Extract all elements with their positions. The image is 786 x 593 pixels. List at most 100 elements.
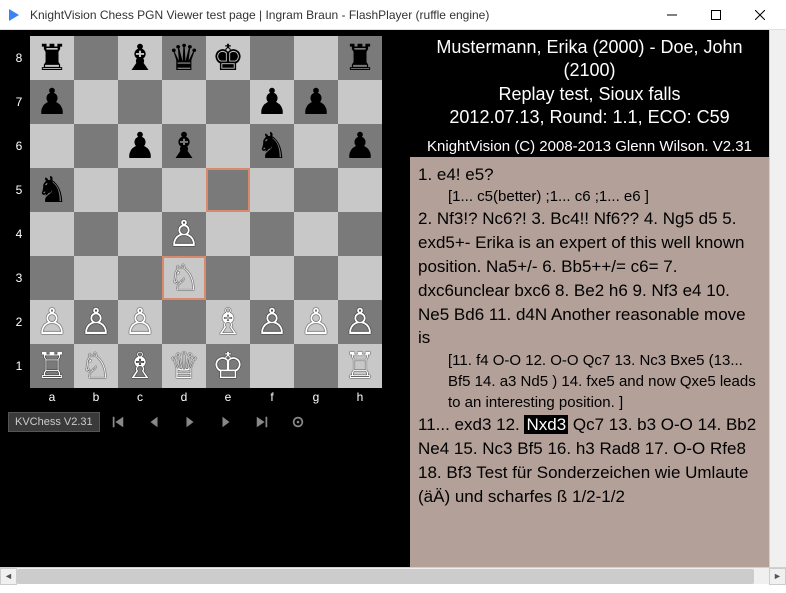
bp-piece[interactable]: ♟ [124, 128, 156, 164]
wp-piece[interactable]: ♙ [300, 304, 332, 340]
bp-piece[interactable]: ♟ [344, 128, 376, 164]
bq-piece[interactable]: ♛ [168, 40, 200, 76]
square-b1[interactable]: ♘ [74, 344, 118, 388]
br-piece[interactable]: ♜ [36, 40, 68, 76]
bn-piece[interactable]: ♞ [256, 128, 288, 164]
square-e8[interactable]: ♚ [206, 36, 250, 80]
square-c1[interactable]: ♗ [118, 344, 162, 388]
square-f5[interactable] [250, 168, 294, 212]
square-c6[interactable]: ♟ [118, 124, 162, 168]
move-text[interactable]: 2. Nf3!? Nc6?! 3. Bc4!! Nf6?? 4. Ng5 d5 … [418, 207, 761, 350]
square-a2[interactable]: ♙ [30, 300, 74, 344]
wr-piece[interactable]: ♖ [344, 348, 376, 384]
square-d6[interactable]: ♝ [162, 124, 206, 168]
scroll-track[interactable] [17, 568, 769, 585]
square-d2[interactable] [162, 300, 206, 344]
square-e4[interactable] [206, 212, 250, 256]
wp-piece[interactable]: ♙ [36, 304, 68, 340]
square-e1[interactable]: ♔ [206, 344, 250, 388]
square-c7[interactable] [118, 80, 162, 124]
play-button[interactable] [172, 410, 208, 434]
square-a8[interactable]: ♜ [30, 36, 74, 80]
square-c2[interactable]: ♙ [118, 300, 162, 344]
bp-piece[interactable]: ♟ [300, 84, 332, 120]
wp-piece[interactable]: ♙ [80, 304, 112, 340]
variation-text[interactable]: [1... c5(better) ;1... c6 ;1... e6 ] [418, 186, 761, 207]
square-a7[interactable]: ♟ [30, 80, 74, 124]
square-e5[interactable] [206, 168, 250, 212]
wn-piece[interactable]: ♘ [168, 260, 200, 296]
square-g7[interactable]: ♟ [294, 80, 338, 124]
square-d8[interactable]: ♛ [162, 36, 206, 80]
square-b6[interactable] [74, 124, 118, 168]
square-h8[interactable]: ♜ [338, 36, 382, 80]
square-d1[interactable]: ♕ [162, 344, 206, 388]
wn-piece[interactable]: ♘ [80, 348, 112, 384]
square-c5[interactable] [118, 168, 162, 212]
square-e7[interactable] [206, 80, 250, 124]
square-h4[interactable] [338, 212, 382, 256]
square-b7[interactable] [74, 80, 118, 124]
settings-button[interactable] [280, 410, 316, 434]
square-a1[interactable]: ♖ [30, 344, 74, 388]
bb-piece[interactable]: ♝ [124, 40, 156, 76]
square-h5[interactable] [338, 168, 382, 212]
square-f3[interactable] [250, 256, 294, 300]
wp-piece[interactable]: ♙ [344, 304, 376, 340]
square-c3[interactable] [118, 256, 162, 300]
square-b8[interactable] [74, 36, 118, 80]
current-move[interactable]: Nxd3 [524, 415, 568, 434]
square-f4[interactable] [250, 212, 294, 256]
square-g1[interactable] [294, 344, 338, 388]
square-h2[interactable]: ♙ [338, 300, 382, 344]
square-e3[interactable] [206, 256, 250, 300]
square-f6[interactable]: ♞ [250, 124, 294, 168]
close-button[interactable] [738, 0, 782, 30]
square-d7[interactable] [162, 80, 206, 124]
vertical-scrollbar[interactable] [769, 30, 786, 567]
minimize-button[interactable] [650, 0, 694, 30]
bb-piece[interactable]: ♝ [168, 128, 200, 164]
horizontal-scrollbar[interactable]: ◄ ► [0, 567, 786, 584]
square-g5[interactable] [294, 168, 338, 212]
square-h1[interactable]: ♖ [338, 344, 382, 388]
wr-piece[interactable]: ♖ [36, 348, 68, 384]
move-list[interactable]: 1. e4! e5? [1... c5(better) ;1... c6 ;1.… [410, 157, 769, 515]
maximize-button[interactable] [694, 0, 738, 30]
square-e2[interactable]: ♗ [206, 300, 250, 344]
next-move-button[interactable] [208, 410, 244, 434]
square-b5[interactable] [74, 168, 118, 212]
wk-piece[interactable]: ♔ [212, 348, 244, 384]
square-a4[interactable] [30, 212, 74, 256]
wp-piece[interactable]: ♙ [168, 216, 200, 252]
square-f8[interactable] [250, 36, 294, 80]
bp-piece[interactable]: ♟ [256, 84, 288, 120]
square-d3[interactable]: ♘ [162, 256, 206, 300]
square-b3[interactable] [74, 256, 118, 300]
bn-piece[interactable]: ♞ [36, 172, 68, 208]
wb-piece[interactable]: ♗ [124, 348, 156, 384]
square-f2[interactable]: ♙ [250, 300, 294, 344]
square-a5[interactable]: ♞ [30, 168, 74, 212]
square-d5[interactable] [162, 168, 206, 212]
scroll-thumb[interactable] [17, 569, 754, 584]
wq-piece[interactable]: ♕ [168, 348, 200, 384]
variation-text[interactable]: [11. f4 O-O 12. O-O Qc7 13. Nc3 Bxe5 (13… [418, 350, 761, 413]
square-h7[interactable] [338, 80, 382, 124]
square-g3[interactable] [294, 256, 338, 300]
square-g6[interactable] [294, 124, 338, 168]
square-c8[interactable]: ♝ [118, 36, 162, 80]
move-text[interactable]: 11... exd3 12. Nxd3 Qc7 13. b3 O-O 14. B… [418, 413, 761, 508]
chess-board[interactable]: 8♜♝♛♚♜7♟♟♟6♟♝♞♟5♞4♙3♘2♙♙♙♗♙♙♙1♖♘♗♕♔♖abcd… [8, 36, 402, 406]
square-b4[interactable] [74, 212, 118, 256]
square-g8[interactable] [294, 36, 338, 80]
square-c4[interactable] [118, 212, 162, 256]
square-h6[interactable]: ♟ [338, 124, 382, 168]
wb-piece[interactable]: ♗ [212, 304, 244, 340]
square-g4[interactable] [294, 212, 338, 256]
square-g2[interactable]: ♙ [294, 300, 338, 344]
scroll-right-button[interactable]: ► [769, 568, 786, 585]
square-f1[interactable] [250, 344, 294, 388]
square-b2[interactable]: ♙ [74, 300, 118, 344]
square-a6[interactable] [30, 124, 74, 168]
